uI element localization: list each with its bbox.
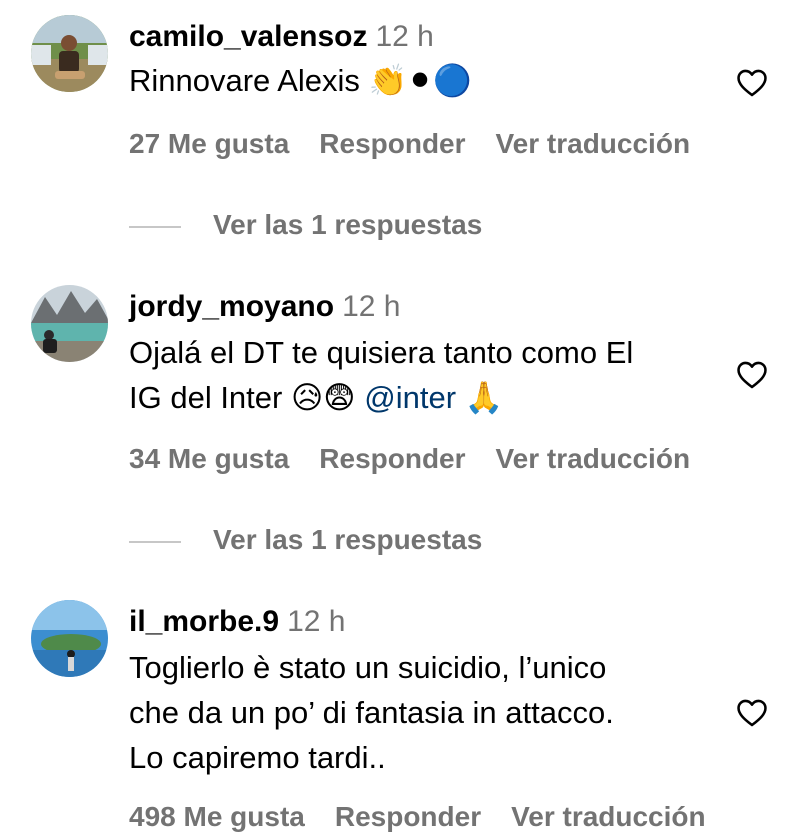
view-replies-label: Ver las 1 respuestas — [213, 524, 483, 555]
view-replies-label: Ver las 1 respuestas — [213, 209, 483, 240]
comment-header: camilo_valensoz 12 h — [129, 19, 434, 55]
comment-actions: 498 Me gusta Responder Ver traducción — [129, 800, 736, 834]
heart-outline-icon — [737, 699, 767, 727]
emoji-group: 👏⚫🔵 — [368, 63, 472, 99]
translate-button[interactable]: Ver traducción — [511, 801, 706, 832]
likes-count[interactable]: 27 Me gusta — [129, 128, 289, 159]
replies-divider — [129, 540, 181, 543]
comment-text-line-1: Ojalá el DT te quisiera tanto como El — [129, 335, 634, 370]
heart-icon[interactable] — [733, 66, 771, 100]
username[interactable]: jordy_moyano — [129, 290, 334, 323]
heart-icon[interactable] — [733, 696, 771, 730]
avatar-photo-jordy — [31, 285, 108, 362]
pray-emoji: 🙏 — [464, 380, 504, 416]
heart-outline-icon — [737, 361, 767, 389]
avatar[interactable] — [31, 15, 108, 92]
comment-actions: 34 Me gusta Responder Ver traducción — [129, 442, 720, 476]
comment-header: il_morbe.9 12 h — [129, 604, 345, 640]
likes-count[interactable]: 34 Me gusta — [129, 443, 289, 474]
timestamp: 12 h — [287, 605, 346, 638]
reply-button[interactable]: Responder — [335, 801, 481, 832]
replies-divider — [129, 225, 181, 228]
avatar-photo-il-morbe — [31, 600, 108, 677]
mention-link[interactable]: @inter — [364, 380, 456, 415]
comment-text-content: Rinnovare Alexis — [129, 63, 360, 98]
translate-button[interactable]: Ver traducción — [496, 443, 691, 474]
view-replies-button[interactable]: Ver las 1 respuestas — [129, 523, 482, 557]
comment-actions: 27 Me gusta Responder Ver traducción — [129, 127, 720, 161]
comment-header: jordy_moyano 12 h — [129, 289, 400, 325]
username[interactable]: camilo_valensoz — [129, 20, 367, 53]
comment-text-line-2: IG del Inter — [129, 380, 283, 415]
avatar[interactable] — [31, 285, 108, 362]
timestamp: 12 h — [375, 20, 434, 53]
username[interactable]: il_morbe.9 — [129, 605, 279, 638]
reply-button[interactable]: Responder — [319, 128, 465, 159]
reply-button[interactable]: Responder — [319, 443, 465, 474]
avatar-photo-camilo — [31, 15, 108, 92]
comment-text: Ojalá el DT te quisiera tanto como El IG … — [129, 330, 719, 421]
likes-count[interactable]: 498 Me gusta — [129, 801, 305, 832]
avatar[interactable] — [31, 600, 108, 677]
view-replies-button[interactable]: Ver las 1 respuestas — [129, 208, 482, 242]
heart-outline-icon — [737, 69, 767, 97]
comment-text: Rinnovare Alexis 👏⚫🔵 — [129, 58, 719, 104]
heart-icon[interactable] — [733, 358, 771, 392]
timestamp: 12 h — [342, 290, 401, 323]
translate-button[interactable]: Ver traducción — [496, 128, 691, 159]
comment-text: Toglierlo è stato un suicidio, l’unico c… — [129, 650, 614, 775]
emoji-group: 😥😨 — [290, 380, 356, 416]
